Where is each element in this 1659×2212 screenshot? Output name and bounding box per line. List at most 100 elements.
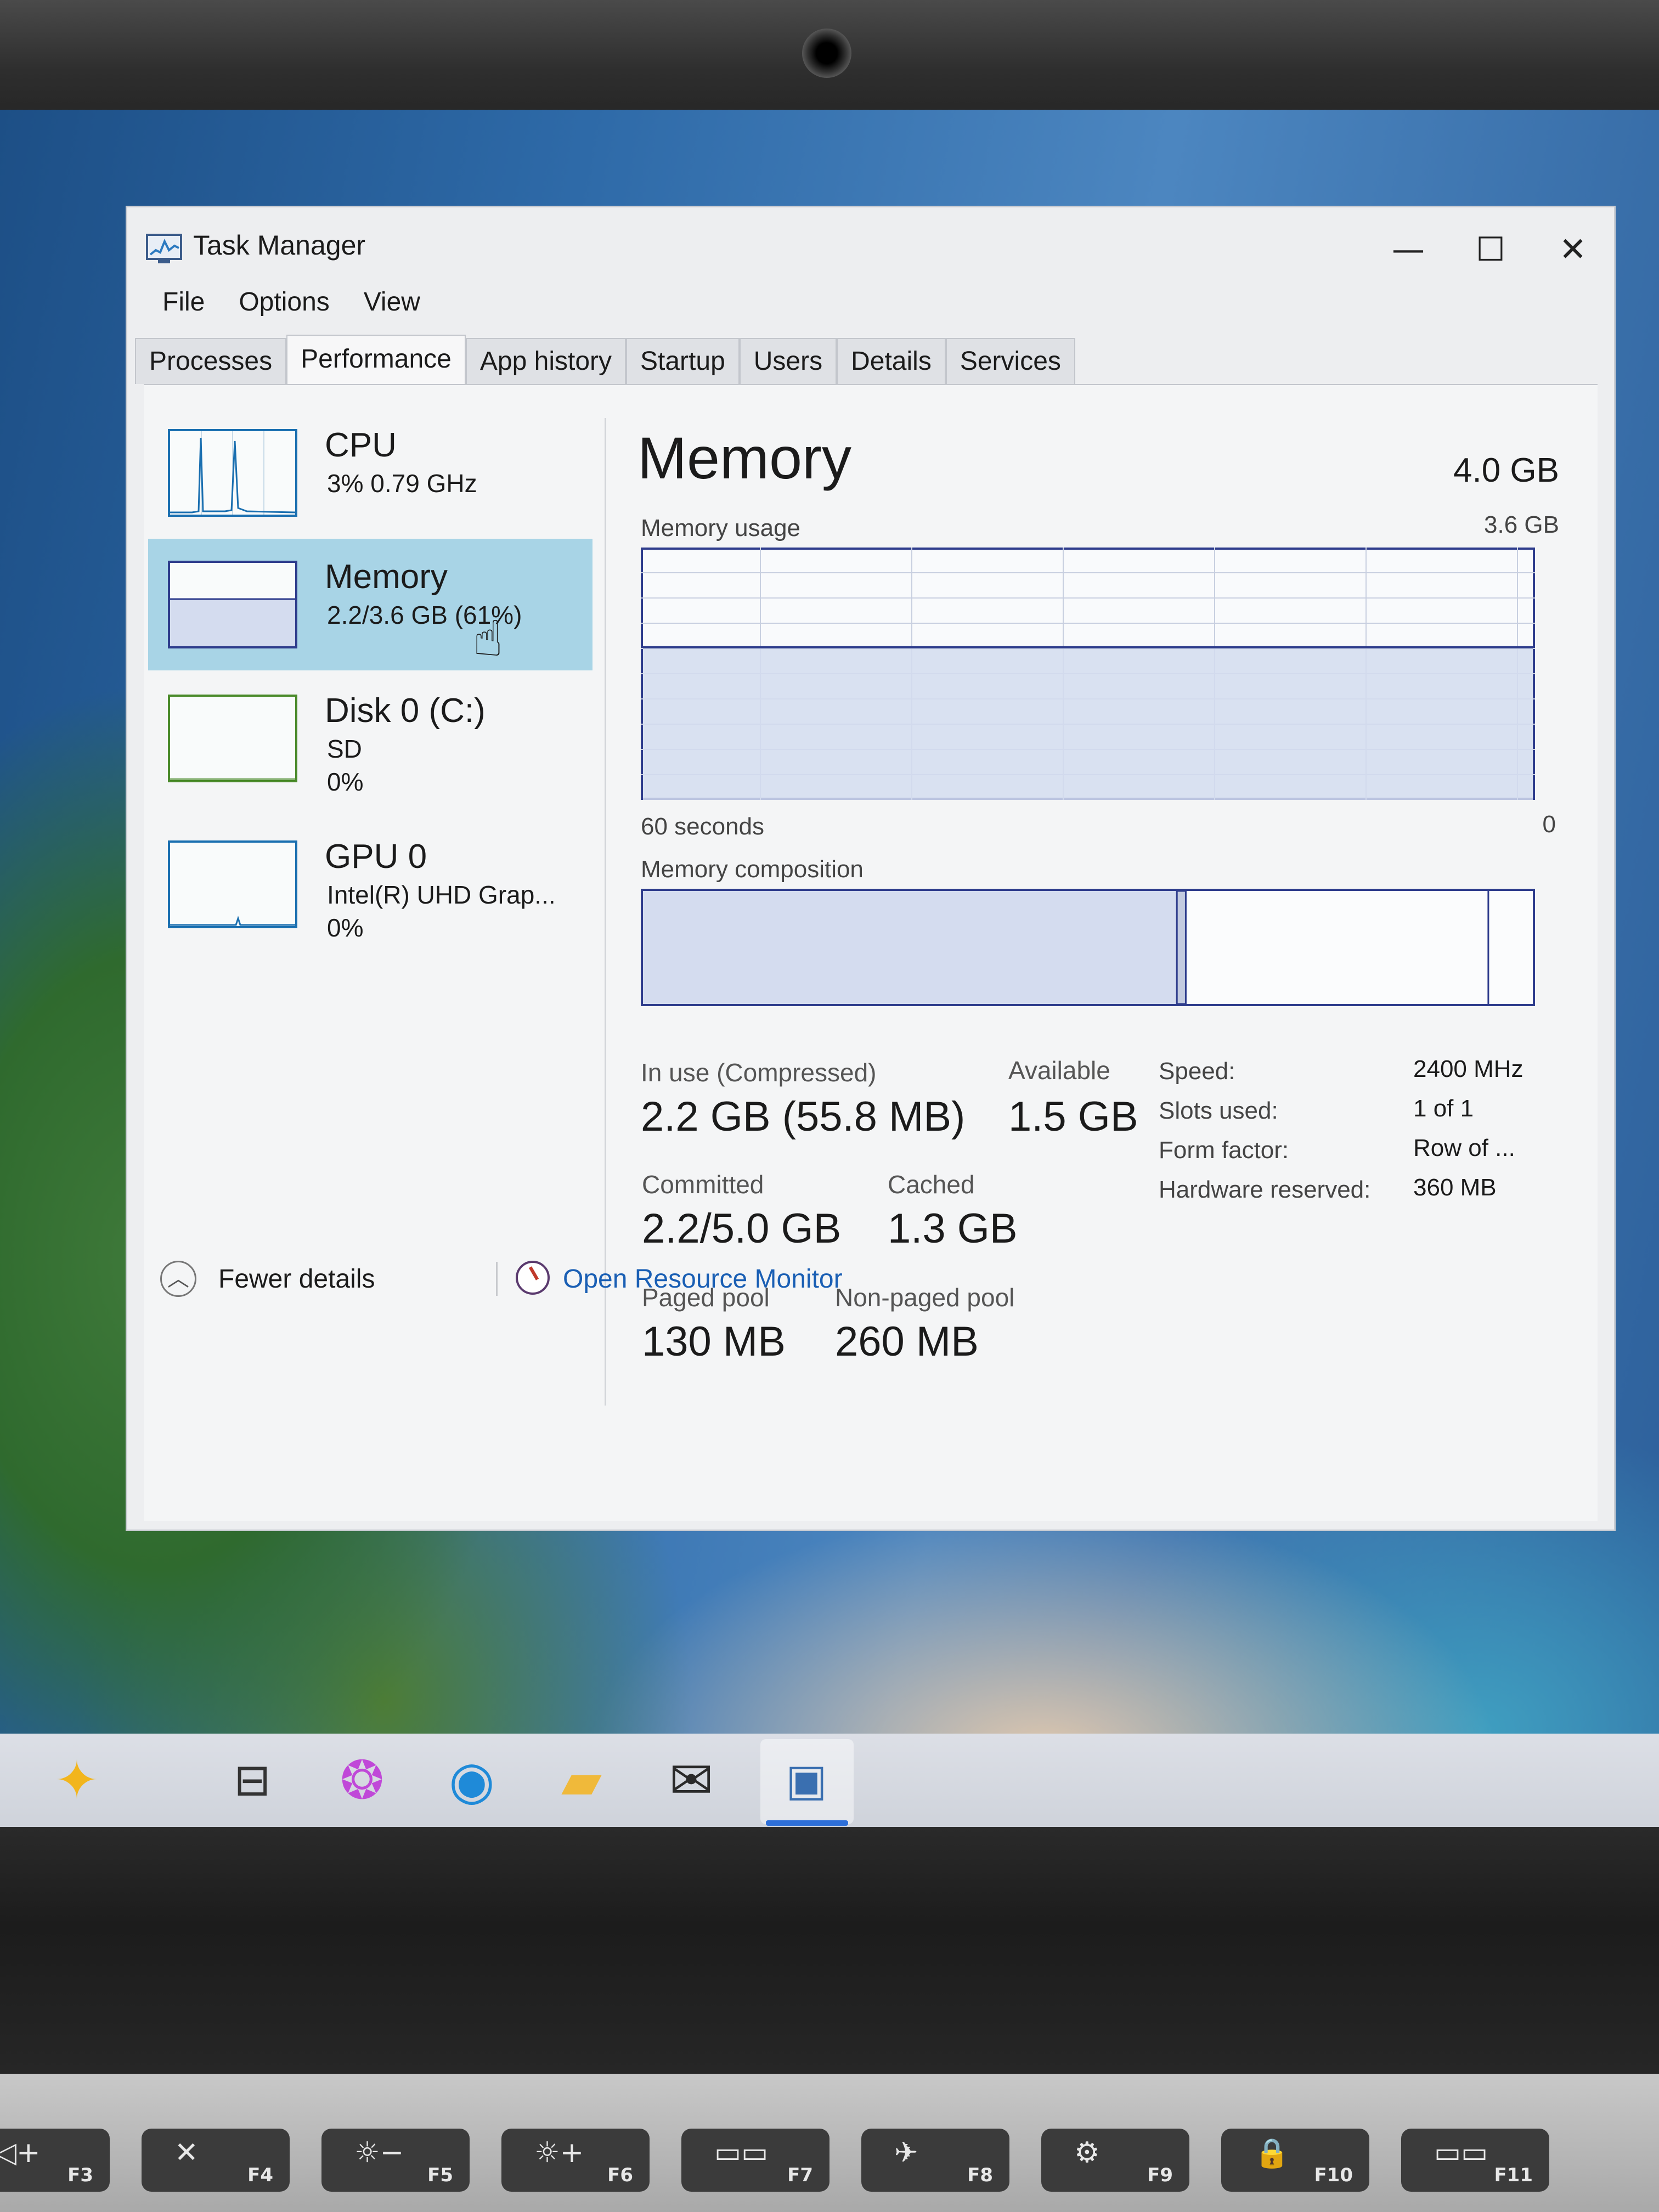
memory-total: 4.0 GB (1453, 452, 1559, 489)
chevron-up-icon[interactable]: ︿ (160, 1261, 196, 1297)
resource-item-disk[interactable]: Disk 0 (C:) SD 0% (148, 673, 592, 804)
performance-panel: CPU 3% 0.79 GHz Memory 2.2/3.6 GB (61%) … (144, 384, 1598, 1521)
committed-value: 2.2/5.0 GB (642, 1205, 842, 1252)
page-title: Memory (637, 425, 852, 491)
function-key: ◁+ F3 (0, 2129, 110, 2192)
graph-axis-end: 0 (1542, 811, 1556, 838)
tab-processes[interactable]: Processes (135, 338, 287, 384)
graph-axis-start: 60 seconds (641, 813, 765, 840)
menu-file[interactable]: File (144, 283, 220, 321)
function-key-icon: 🔒 (1254, 2137, 1290, 2170)
mail-icon[interactable]: ✉ (653, 1745, 730, 1816)
in-use-value: 2.2 GB (55.8 MB) (641, 1093, 966, 1140)
tab-performance[interactable]: Performance (286, 335, 466, 387)
usage-fill-area (643, 647, 1533, 800)
function-key-label: F11 (1494, 2164, 1533, 2186)
resource-usage: 0% (327, 913, 364, 942)
resource-name: CPU (325, 426, 397, 464)
committed-label: Committed (642, 1170, 764, 1199)
speed-label: Speed: (1159, 1058, 1235, 1085)
cpu-mini-graph (168, 429, 297, 517)
file-explorer-icon[interactable]: ▰ (543, 1745, 620, 1816)
close-button[interactable]: ✕ (1532, 219, 1614, 280)
task-manager-window: Task Manager — ☐ ✕ File Options View Pro… (127, 207, 1614, 1530)
slots-label: Slots used: (1159, 1097, 1278, 1124)
memory-composition-bar (641, 889, 1535, 1006)
hand-cursor-icon: ☝ (473, 610, 503, 668)
copilot-sparkle-icon[interactable]: ✦ (38, 1745, 115, 1816)
memory-mini-graph (168, 561, 297, 648)
resource-monitor-icon[interactable] (516, 1261, 550, 1295)
function-key: ☼− F5 (321, 2129, 470, 2192)
function-key: ✈ F8 (861, 2129, 1009, 2192)
copilot-icon[interactable]: ❂ (324, 1745, 400, 1816)
resource-name: Disk 0 (C:) (325, 692, 486, 730)
sidebar-divider (605, 418, 606, 1406)
function-key-icon: ☼+ (534, 2136, 584, 2169)
function-key-label: F7 (787, 2164, 813, 2186)
function-key-label: F3 (67, 2164, 93, 2186)
function-key-icon: ▭▭ (714, 2136, 769, 2169)
function-key: 🔒 F10 (1221, 2129, 1369, 2192)
function-key-icon: ▭▭ (1434, 2136, 1488, 2169)
composition-modified (1176, 890, 1187, 1005)
function-key-icon: ☼− (354, 2136, 404, 2169)
resource-name: Memory (325, 558, 448, 596)
gpu-mini-graph (168, 840, 297, 928)
task-view-icon[interactable]: ⊟ (214, 1745, 291, 1816)
resource-item-memory[interactable]: Memory 2.2/3.6 GB (61%) (148, 539, 592, 670)
fewer-details-button[interactable]: Fewer details (218, 1264, 375, 1294)
function-key-label: F8 (967, 2164, 993, 2186)
usage-graph-max: 3.6 GB (1484, 511, 1559, 538)
paged-pool-value: 130 MB (642, 1318, 786, 1365)
resource-detail: SD (327, 735, 362, 763)
resource-list: CPU 3% 0.79 GHz Memory 2.2/3.6 GB (61%) … (144, 385, 599, 1411)
non-paged-pool-label: Non-paged pool (835, 1283, 1015, 1312)
function-key-icon: ◁+ (0, 2136, 41, 2169)
usage-graph-label: Memory usage (641, 515, 801, 541)
open-resource-monitor-link[interactable]: Open Resource Monitor (563, 1264, 843, 1294)
composition-in-use (643, 891, 1177, 1004)
window-title: Task Manager (193, 230, 366, 261)
available-value: 1.5 GB (1008, 1093, 1138, 1140)
function-key-label: F5 (427, 2164, 453, 2186)
memory-detail-pane: Memory 4.0 GB Memory usage 3.6 GB 60 sec… (637, 385, 1592, 1411)
menu-bar: File Options View (144, 283, 436, 321)
resource-usage: 0% (327, 768, 364, 796)
tab-details[interactable]: Details (837, 338, 946, 384)
tab-strip: Processes Performance App history Startu… (135, 335, 1075, 387)
hardware-reserved-value: 360 MB (1413, 1174, 1497, 1201)
speed-value: 2400 MHz (1413, 1056, 1523, 1082)
menu-view[interactable]: View (345, 283, 436, 321)
available-label: Available (1008, 1056, 1110, 1085)
resource-item-gpu[interactable]: GPU 0 Intel(R) UHD Grap... 0% (148, 819, 592, 950)
tab-startup[interactable]: Startup (626, 338, 740, 384)
form-factor-value: Row of ... (1413, 1135, 1515, 1161)
in-use-label: In use (Compressed) (641, 1058, 877, 1087)
resource-item-cpu[interactable]: CPU 3% 0.79 GHz (148, 407, 592, 539)
tab-app-history[interactable]: App history (465, 338, 626, 384)
edge-icon[interactable]: ◉ (433, 1745, 510, 1816)
hardware-reserved-label: Hardware reserved: (1159, 1176, 1371, 1203)
taskbar-running-indicator (766, 1820, 848, 1826)
form-factor-label: Form factor: (1159, 1137, 1289, 1164)
resource-detail: Intel(R) UHD Grap... (327, 881, 556, 909)
tab-services[interactable]: Services (945, 338, 1075, 384)
function-key-icon: ⚙ (1074, 2136, 1100, 2169)
function-key-label: F9 (1147, 2164, 1173, 2186)
webcam (802, 29, 851, 78)
minimize-button[interactable]: — (1367, 219, 1449, 280)
disk-mini-graph (168, 695, 297, 782)
composition-label: Memory composition (641, 856, 864, 883)
tab-users[interactable]: Users (739, 338, 837, 384)
title-bar[interactable]: Task Manager — ☐ ✕ (127, 207, 1614, 279)
function-key-label: F6 (607, 2164, 633, 2186)
maximize-button[interactable]: ☐ (1449, 219, 1532, 280)
function-key-icon: ✈ (894, 2136, 918, 2169)
memory-usage-graph (641, 548, 1535, 800)
function-key-icon: ✕ (174, 2136, 199, 2169)
menu-options[interactable]: Options (220, 283, 345, 321)
task-manager-icon[interactable]: ▣ (768, 1745, 845, 1816)
function-key-label: F10 (1314, 2164, 1353, 2186)
resource-detail: 3% 0.79 GHz (327, 469, 477, 498)
